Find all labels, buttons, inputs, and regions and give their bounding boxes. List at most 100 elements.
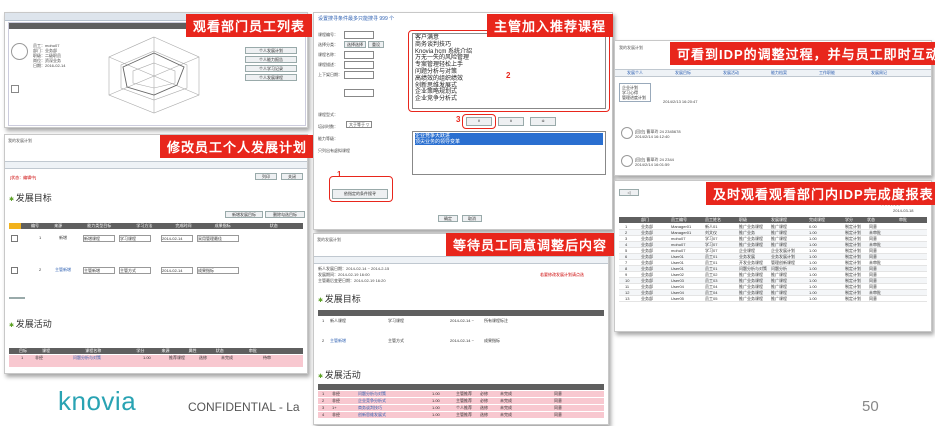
activity-cell: 必修 (480, 398, 488, 403)
delete-goal-button[interactable]: 删除勾选目标 (265, 211, 305, 218)
ok-button[interactable]: 确定 (438, 215, 458, 222)
activity-cell[interactable]: 问题分析与对策 (358, 391, 386, 396)
row-id: 1 (39, 235, 42, 240)
report-cell: 业务部 (641, 284, 653, 289)
report-cell: 推广课程 (771, 272, 787, 277)
report-cell: 7 (625, 260, 628, 265)
tab-journal[interactable]: 发展周记 (871, 70, 887, 75)
goal-id: 2 (322, 338, 325, 343)
date-from-input[interactable] (344, 71, 374, 79)
act-type: 选修 (199, 355, 207, 360)
result-input[interactable]: 成果指标 (197, 267, 239, 274)
activity-row: 3 1+ 商务谈判技巧 1.00 个人推荐 选修 未完成 同意 (318, 405, 604, 411)
activity-cell: 4 (322, 412, 325, 417)
report-cell: 同意 (869, 284, 877, 289)
tab-activities[interactable]: 发展活动 (723, 70, 739, 75)
report-cell: 1.00 (809, 230, 817, 235)
goal-row: 2 主管新增 主管方式 2014-02-14 ~ 成果指标 (318, 338, 604, 352)
report-cell: 0.00 (809, 224, 817, 229)
course-name-input[interactable] (344, 51, 374, 59)
move-up-button[interactable]: ∧ (498, 117, 524, 126)
report-cell: User02 (671, 272, 684, 277)
panel1-emp-info: 员工：mohu07 部门：业务部 职级：二级职员 岗位：资深业务 日期：2016… (33, 43, 66, 68)
report-cell: 员工01 (705, 254, 718, 259)
close-button[interactable]: 关闭 (281, 173, 303, 180)
panel-recommend-courses: 设置搜寻条件最多只能搜寻 999 个 课程编号： 选择分类： 课程名称： 课程描… (313, 12, 613, 230)
report-cell: 10 (625, 278, 630, 283)
learning-record-button[interactable]: 个人学习记录 (245, 65, 297, 72)
result-input[interactable]: 采用管理最佳 (197, 235, 239, 242)
report-cell: 未审批 (869, 290, 881, 295)
activity-cell[interactable]: 企业竞争分析式 (358, 398, 386, 403)
modify-note[interactable]: 若要修改发展计划请点选 (540, 272, 584, 277)
row-checkbox[interactable] (11, 267, 18, 274)
tab-personal[interactable]: 发展个人 (627, 70, 643, 75)
search-labels: 课程编号： 选择分类： 课程名称： 课程描述： 上下架日期： (318, 30, 342, 80)
select-checkbox[interactable] (11, 85, 19, 93)
report-cell: 未审批 (869, 242, 881, 247)
report-cell: 推广课程 (771, 278, 787, 283)
course-id-input[interactable] (344, 31, 374, 39)
act-name[interactable]: 问题分析与对策 (73, 355, 101, 360)
report-cell: mohu07 (671, 248, 686, 253)
journal-types: 企业计划 学习心得 管理进度计划 (619, 83, 651, 102)
date-input[interactable]: 2014-02-14 (161, 267, 193, 274)
report-cell: 制定计划 (845, 290, 861, 295)
report-cell: 制定计划 (845, 248, 861, 253)
competency-report-button[interactable]: 个人能力报告 (245, 56, 297, 63)
date-input[interactable]: 2014-02-14 (161, 235, 193, 242)
check-all[interactable] (9, 223, 21, 229)
goal-row: 2 主管新增 主管新增 主管方式 2014-02-14 成果指标 (11, 267, 305, 275)
report-cell: 员工04 (705, 284, 718, 289)
avatar (621, 155, 633, 167)
col-approve: 审批 (899, 217, 907, 222)
report-cell: 1.00 (809, 236, 817, 241)
print-button[interactable]: 列印 (255, 173, 277, 180)
panel5-nav (314, 256, 608, 264)
dev-course-button[interactable]: 个人发展课程 (245, 74, 297, 81)
add-goal-button[interactable]: 新增发展目标 (225, 211, 263, 218)
search-labels-2: 课程型式： 培训时数： 能力等级： 只列出有虚拟课程 (318, 109, 350, 157)
tab-job[interactable]: 工作职能 (819, 70, 835, 75)
move-all-button[interactable]: ≑ (530, 117, 556, 126)
cancel-button[interactable]: 取消 (462, 215, 482, 222)
report-cell: 制定计划 (845, 266, 861, 271)
entry-date: 2014/2/13 16:20:47 (663, 99, 698, 104)
journal-type[interactable]: 管理进度计划 (622, 95, 648, 100)
report-cell: 业务发展计划 (771, 254, 795, 259)
report-cell: 业务部 (641, 272, 653, 277)
report-cell: 同意 (869, 248, 877, 253)
hours-select[interactable]: 大于等于 ▽ (346, 121, 373, 128)
tab-goals[interactable]: 发展目标 (675, 70, 691, 75)
back-button[interactable]: ◁ (619, 189, 639, 196)
goal-method: 主管方式 (388, 338, 404, 343)
reset-button[interactable]: 重设 (368, 41, 384, 48)
method-input[interactable]: 主管方式 (119, 267, 151, 274)
report-cell: User01 (671, 260, 684, 265)
idp-button[interactable]: 个人发展计划 (245, 47, 297, 54)
date-to-input[interactable] (344, 89, 374, 97)
selected-course-item[interactable]: 顶尖业务的领导变革 (415, 139, 603, 145)
report-cell: 企业发展计划 (771, 248, 795, 253)
selected-course-list[interactable]: 企业竞争大跃进 顶尖业务的领导变革 (412, 131, 606, 175)
activity-cell: 主管推荐 (456, 398, 472, 403)
goal-input[interactable]: 主管新增 (83, 267, 115, 274)
activity-cell[interactable]: 创新思维发展式 (358, 412, 386, 417)
tab-competency[interactable]: 能力档案 (771, 70, 787, 75)
row-checkbox[interactable] (11, 235, 18, 242)
report-cell: 1.00 (809, 284, 817, 289)
label-type: 课程型式： (318, 112, 338, 117)
activity-cell[interactable]: 商务谈判技巧 (358, 405, 382, 410)
course-desc-input[interactable] (344, 61, 374, 69)
col-time: 完成时间 (175, 223, 192, 228)
delete-button[interactable] (9, 297, 25, 299)
report-cell: 制定计划 (845, 230, 861, 235)
report-cell: User01 (671, 254, 684, 259)
activity-cell: 1 (322, 391, 325, 396)
activity-table-header: 目标 课程 课程名称 学分 来源 属性 状态 审批 (9, 348, 303, 354)
goal-input[interactable]: 新增课程 (83, 235, 115, 242)
method-input[interactable]: 学习课程 (119, 235, 151, 242)
choose-category-button[interactable]: 选择选择 (344, 41, 366, 48)
report-cell: 推广课程 (771, 242, 787, 247)
report-table-body: 1 业务部 Manager01 新人01 推广业务课程 推广课程 0.00 制定计划 同意 2 业务… (619, 224, 927, 302)
